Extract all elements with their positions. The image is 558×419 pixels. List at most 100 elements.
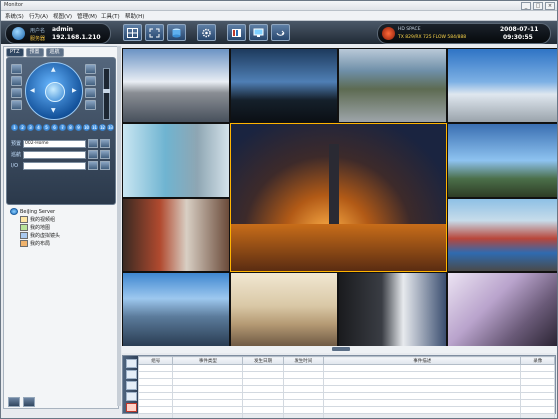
- preset-num[interactable]: 2: [19, 124, 26, 131]
- user-button[interactable]: [23, 397, 35, 407]
- menu-tools[interactable]: 工具(T): [101, 12, 120, 20]
- preset-num[interactable]: 6: [51, 124, 58, 131]
- record-button[interactable]: [227, 24, 246, 41]
- video-tile-7[interactable]: [447, 123, 557, 198]
- maximize-button[interactable]: □: [533, 2, 543, 10]
- zoom-out-button[interactable]: [11, 76, 22, 86]
- panel-toggle-button[interactable]: [8, 397, 20, 407]
- preset-num[interactable]: 13: [107, 124, 114, 131]
- arrow-right-icon[interactable]: ▶: [72, 87, 77, 94]
- ptz-speed-slider[interactable]: [103, 68, 110, 120]
- table-row[interactable]: [137, 378, 555, 386]
- cruise-play-button[interactable]: [88, 150, 98, 159]
- log-record-icon[interactable]: [126, 392, 137, 401]
- tree-item-layout[interactable]: 我的布局: [10, 240, 60, 248]
- table-row[interactable]: [137, 413, 555, 418]
- log-camera-icon[interactable]: [126, 381, 137, 390]
- menu-view[interactable]: 视图(V): [53, 12, 72, 20]
- video-tile-3[interactable]: [338, 48, 447, 123]
- focus-near-button[interactable]: [11, 88, 22, 98]
- video-tile-9[interactable]: [447, 198, 557, 272]
- tab-cruise[interactable]: 巡航: [45, 48, 64, 57]
- slider-knob[interactable]: [103, 89, 110, 93]
- wiper-button[interactable]: [85, 100, 96, 110]
- video-tile-13[interactable]: [447, 272, 557, 347]
- preset-num[interactable]: 8: [67, 124, 74, 131]
- video-tile-5[interactable]: [122, 123, 230, 198]
- arrow-up-icon[interactable]: ▲: [51, 66, 56, 73]
- video-tile-1[interactable]: [122, 48, 230, 123]
- video-tile-6-selected[interactable]: [230, 123, 447, 272]
- video-tile-2[interactable]: [230, 48, 338, 123]
- col-time[interactable]: 发生时间: [282, 356, 325, 365]
- col-group-number[interactable]: 组号: [137, 356, 174, 365]
- preset-num[interactable]: 4: [35, 124, 42, 131]
- io-select[interactable]: [23, 161, 86, 170]
- io-on-button[interactable]: [88, 161, 98, 170]
- cruise-stop-button[interactable]: [100, 150, 110, 159]
- tree-item-map[interactable]: 我的地图: [10, 224, 60, 232]
- cruise-select[interactable]: [23, 150, 86, 159]
- alarm-warning-icon[interactable]: [126, 403, 137, 412]
- table-row[interactable]: [137, 385, 555, 393]
- table-row[interactable]: [137, 392, 555, 400]
- panel-splitter[interactable]: [117, 46, 121, 406]
- log-user-icon[interactable]: [126, 370, 137, 379]
- video-tile-4[interactable]: [447, 48, 557, 123]
- menu-action[interactable]: 行为(A): [29, 12, 48, 20]
- close-button[interactable]: ×: [545, 2, 555, 10]
- ptz-joystick[interactable]: ▲ ▼ ◀ ▶: [25, 62, 83, 120]
- light-button[interactable]: [85, 88, 96, 98]
- zoom-in-button[interactable]: [11, 64, 22, 74]
- preset-num[interactable]: 5: [43, 124, 50, 131]
- arrow-left-icon[interactable]: ◀: [30, 87, 35, 94]
- io-off-button[interactable]: [100, 161, 110, 170]
- tab-preset[interactable]: 预置: [25, 48, 44, 57]
- monitor-button[interactable]: [249, 24, 268, 41]
- tree-item-video-group[interactable]: 我的视频组: [10, 216, 60, 224]
- log-list-icon[interactable]: [126, 359, 137, 368]
- preset-num[interactable]: 7: [59, 124, 66, 131]
- splitter-handle-icon[interactable]: [332, 347, 350, 351]
- iris-close-button[interactable]: [85, 76, 96, 86]
- preset-num[interactable]: 12: [99, 124, 106, 131]
- ptz-center-button[interactable]: [45, 82, 65, 102]
- video-tile-12[interactable]: [338, 272, 447, 347]
- preset-select[interactable]: 002-Home: [23, 139, 86, 148]
- preset-num[interactable]: 10: [83, 124, 90, 131]
- table-row[interactable]: [137, 399, 555, 407]
- preset-edit-button[interactable]: [100, 139, 110, 148]
- preset-go-button[interactable]: [88, 139, 98, 148]
- iris-open-button[interactable]: [85, 64, 96, 74]
- tree-item-virtual-camera[interactable]: 我的虚拟镜头: [10, 232, 60, 240]
- database-button[interactable]: [167, 24, 186, 41]
- menu-manage[interactable]: 管理(M): [77, 12, 97, 20]
- col-event-type[interactable]: 事件类型: [172, 356, 244, 365]
- video-tile-10[interactable]: [122, 272, 230, 347]
- arrow-down-icon[interactable]: ▼: [51, 107, 56, 114]
- col-date[interactable]: 发生日期: [242, 356, 284, 365]
- col-recording[interactable]: 录像: [520, 356, 555, 365]
- record-icon: [232, 28, 241, 37]
- col-description[interactable]: 事件描述: [322, 356, 522, 365]
- layout-grid-button[interactable]: [123, 24, 142, 41]
- preset-num[interactable]: 3: [27, 124, 34, 131]
- preset-num[interactable]: 9: [75, 124, 82, 131]
- tab-ptz[interactable]: PTZ: [6, 48, 24, 57]
- menu-system[interactable]: 系统(S): [5, 12, 24, 20]
- minimize-button[interactable]: _: [521, 2, 531, 10]
- video-tile-11[interactable]: [230, 272, 338, 347]
- menu-help[interactable]: 帮助(H): [125, 12, 144, 20]
- fullscreen-button[interactable]: [145, 24, 164, 41]
- preset-num[interactable]: 11: [91, 124, 98, 131]
- table-row[interactable]: [137, 406, 555, 414]
- settings-button[interactable]: [197, 24, 216, 41]
- tree-item-server[interactable]: BeiJing Server: [10, 208, 60, 216]
- grid-log-splitter[interactable]: [122, 346, 557, 353]
- table-row[interactable]: [137, 364, 555, 372]
- video-tile-8[interactable]: [122, 198, 230, 272]
- focus-far-button[interactable]: [11, 100, 22, 110]
- table-row[interactable]: [137, 371, 555, 379]
- preset-num[interactable]: 1: [11, 124, 18, 131]
- return-button[interactable]: [271, 24, 290, 41]
